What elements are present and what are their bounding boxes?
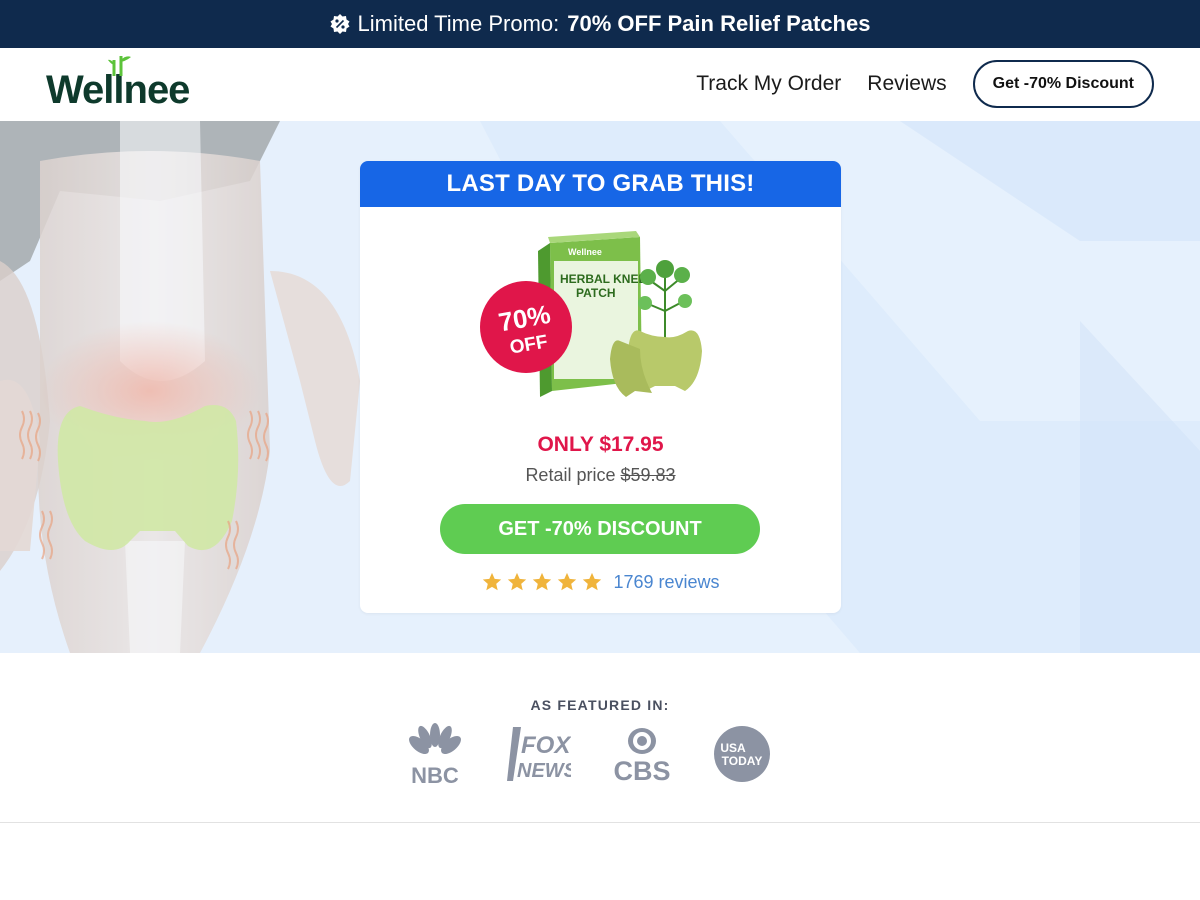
product-image: Wellnee HERBAL KNEE PATCH 70% OFF	[480, 231, 702, 397]
product-box-brand: Wellnee	[568, 247, 602, 257]
star-icon	[483, 572, 502, 591]
main-nav: Track My Order Reviews Get -70% Discount	[696, 60, 1154, 108]
today-text: TODAY	[722, 754, 763, 768]
cbs-text: CBS	[613, 756, 670, 782]
discount-badge-icon	[330, 14, 350, 34]
get-discount-button[interactable]: GET -70% DISCOUNT	[440, 504, 760, 554]
nbc-logo: NBC	[409, 723, 461, 785]
nbc-text: NBC	[411, 763, 459, 785]
retail-price-value: $59.83	[620, 465, 676, 485]
star-icon	[533, 572, 552, 591]
fox-news-logo: FOX NEWS	[507, 727, 571, 782]
retail-price-label: Retail price	[525, 465, 616, 485]
product-box-title-2: PATCH	[576, 286, 616, 300]
promo-bar: Limited Time Promo: 70% OFF Pain Relief …	[0, 0, 1200, 48]
nav-track-order[interactable]: Track My Order	[696, 72, 841, 96]
nav-reviews[interactable]: Reviews	[867, 72, 946, 96]
header-discount-button[interactable]: Get -70% Discount	[972, 60, 1154, 108]
brand-logo[interactable]: Wellnee	[46, 56, 190, 112]
media-logos: NBC FOX NEWS CBS USA TODAY	[405, 723, 771, 785]
offer-banner: LAST DAY TO GRAB THIS!	[360, 161, 841, 207]
star-rating	[481, 571, 603, 593]
sale-price: ONLY $17.95	[537, 433, 664, 456]
logo-text: Wellnee	[46, 68, 190, 112]
retail-price-line: Retail price $59.83	[360, 465, 841, 486]
site-header: Wellnee Track My Order Reviews Get -70% …	[0, 48, 1200, 121]
fox-text: FOX	[521, 732, 571, 759]
hero-section: LAST DAY TO GRAB THIS! Wellnee HERBAL KN…	[0, 121, 1200, 653]
cbs-logo: CBS	[613, 728, 671, 782]
news-text: NEWS	[517, 760, 571, 782]
reviews-count-link[interactable]: 1769 reviews	[613, 572, 719, 593]
star-icon	[508, 572, 527, 591]
product-box-title-1: HERBAL KNEE	[560, 272, 646, 286]
featured-section: AS FEATURED IN: NBC FOX NEWS CBS USA TOD…	[0, 653, 1200, 823]
promo-prefix: Limited Time Promo:	[357, 11, 560, 36]
offer-card: LAST DAY TO GRAB THIS! Wellnee HERBAL KN…	[360, 161, 841, 613]
star-icon	[558, 572, 577, 591]
bamboo-leaf-icon	[108, 56, 131, 76]
star-icon	[583, 572, 602, 591]
rating-row: 1769 reviews	[360, 571, 841, 593]
featured-label: AS FEATURED IN:	[530, 697, 670, 713]
usa-today-logo: USA TODAY	[714, 726, 770, 782]
promo-highlight: 70% OFF Pain Relief Patches	[567, 11, 871, 36]
usa-text: USA	[720, 741, 746, 755]
